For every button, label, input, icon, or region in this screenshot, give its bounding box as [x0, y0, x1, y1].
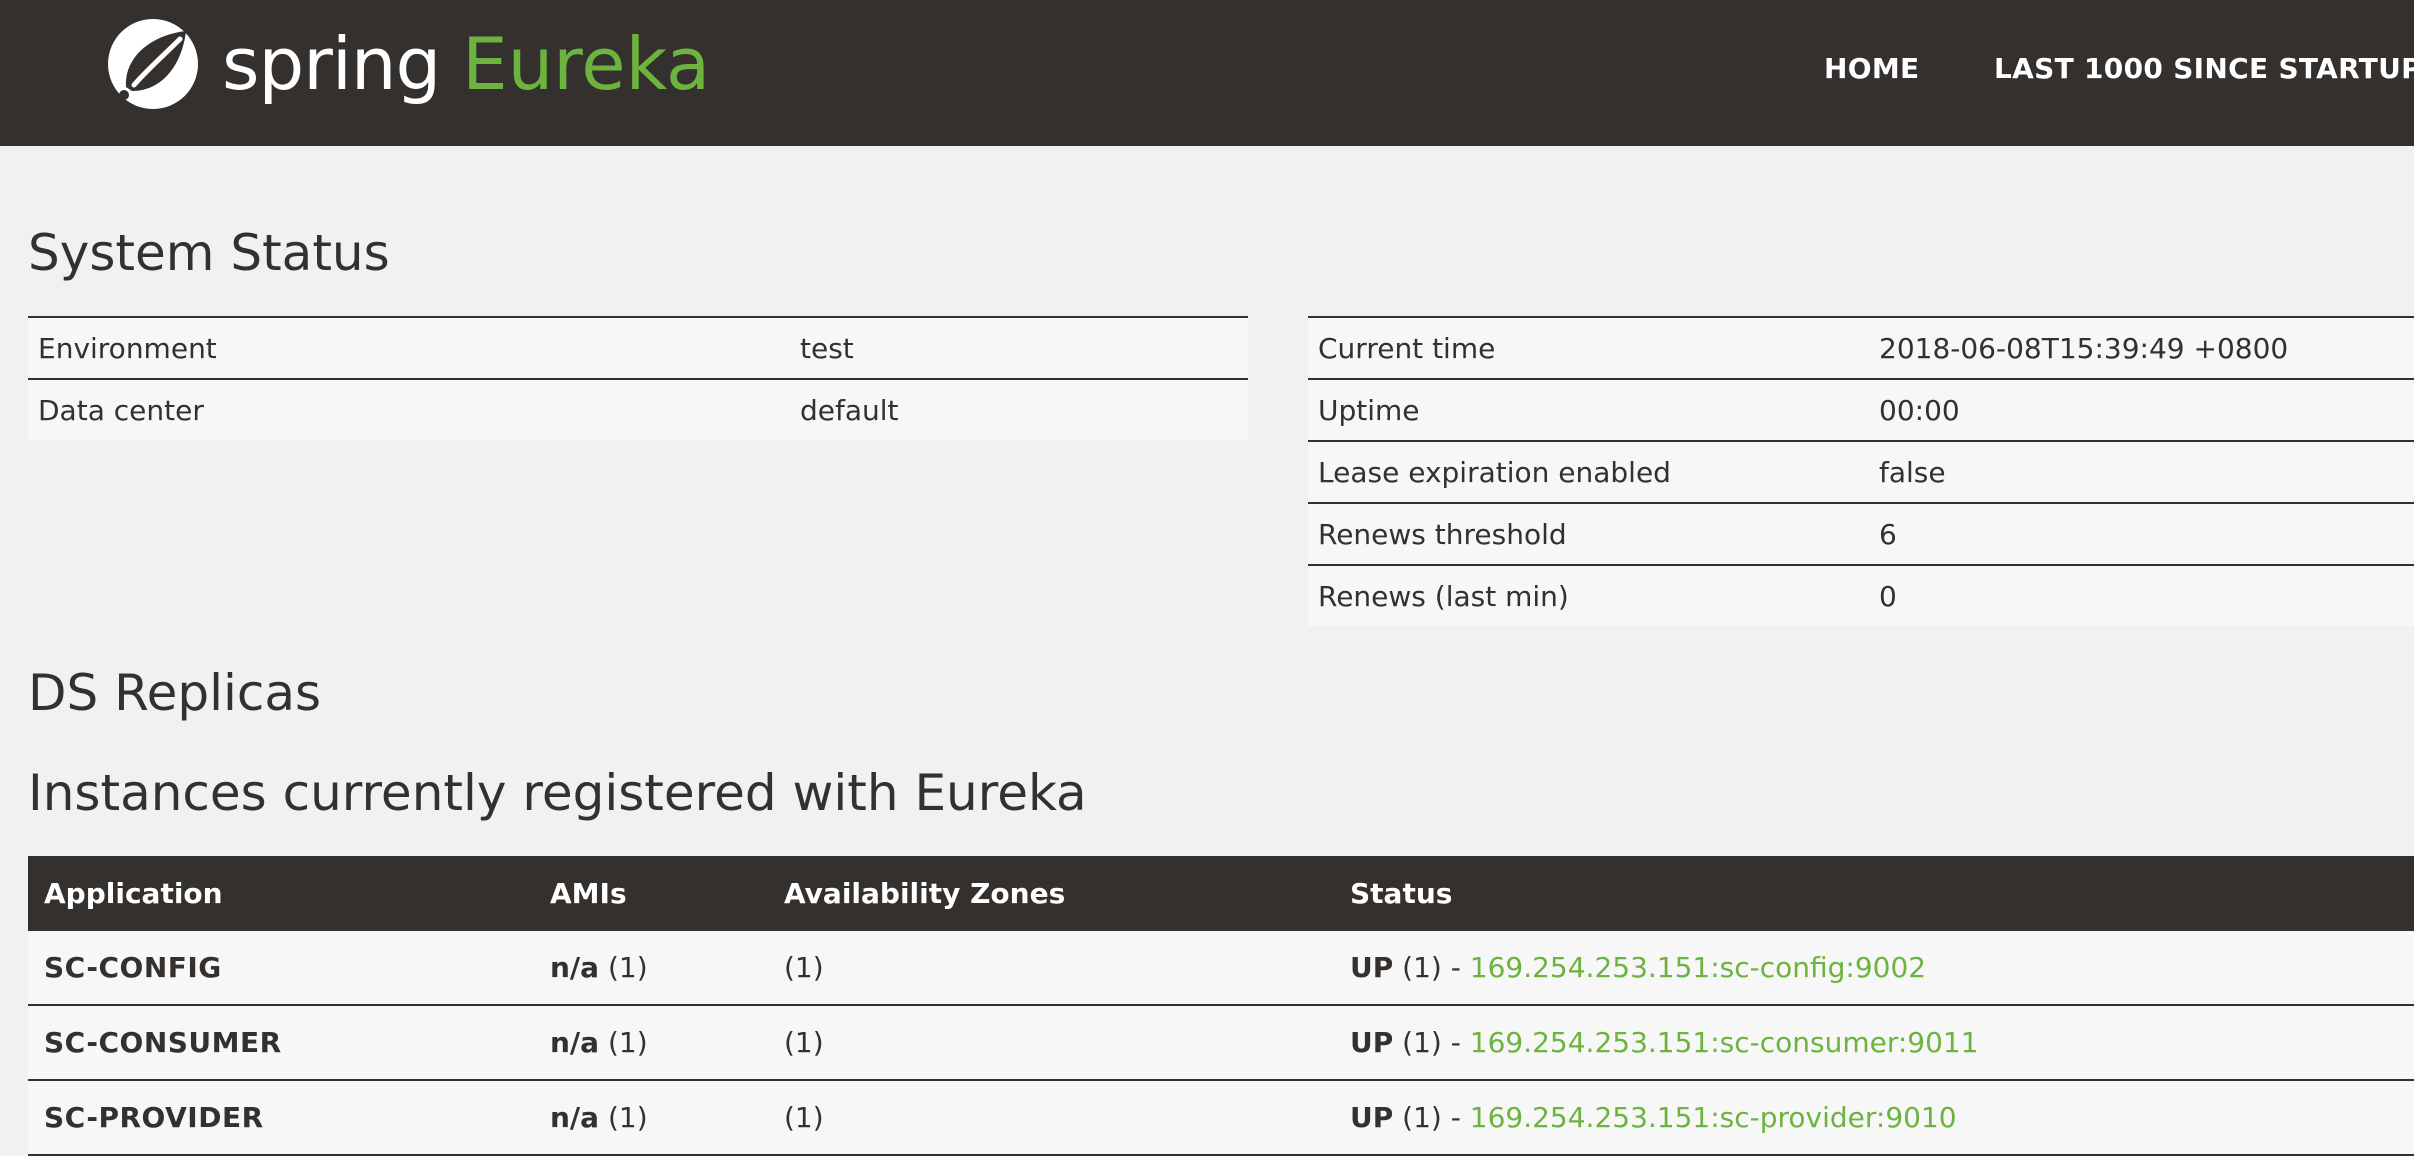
brand-eureka-text: Eureka [462, 21, 711, 106]
column-header-application: Application [28, 856, 534, 931]
system-status-right-table: Current time 2018-06-08T15:39:49 +0800 U… [1308, 316, 2414, 626]
row-value: 2018-06-08T15:39:49 +0800 [1869, 316, 2414, 379]
status-label: UP [1350, 1026, 1394, 1059]
row-key: Environment [28, 316, 790, 379]
brand-spring-text: spring [222, 21, 441, 106]
table-row: Renews (last min) 0 [1308, 564, 2414, 626]
table-row: Renews threshold 6 [1308, 502, 2414, 565]
spring-eureka-logo[interactable]: spring Eureka [106, 16, 710, 111]
row-key: Data center [28, 378, 790, 440]
row-value: 0 [1869, 564, 2414, 626]
amis-cell: n/a (1) [534, 1005, 768, 1081]
application-name: SC-PROVIDER [28, 1080, 534, 1156]
ami-label: n/a [550, 951, 600, 984]
instances-heading: Instances currently registered with Eure… [28, 764, 1087, 822]
table-row: SC-CONFIG n/a (1) (1) UP (1) - 169.254.2… [28, 931, 2414, 1006]
instance-link[interactable]: 169.254.253.151:sc-config:9002 [1470, 951, 1926, 984]
instance-link[interactable]: 169.254.253.151:sc-provider:9010 [1470, 1101, 1957, 1134]
nav-last-1000-link[interactable]: LAST 1000 SINCE STARTUP [1994, 52, 2414, 85]
row-key: Renews (last min) [1308, 564, 1869, 626]
ami-label: n/a [550, 1026, 600, 1059]
row-value: false [1869, 440, 2414, 503]
column-header-status: Status [1334, 856, 2414, 931]
nav-home-link[interactable]: HOME [1824, 52, 1919, 85]
instance-link[interactable]: 169.254.253.151:sc-consumer:9011 [1470, 1026, 1979, 1059]
row-value: test [790, 316, 1248, 379]
application-name: SC-CONSUMER [28, 1005, 534, 1081]
application-name: SC-CONFIG [28, 931, 534, 1006]
status-label: UP [1350, 1101, 1394, 1134]
status-count: (1) - [1402, 951, 1461, 984]
row-key: Lease expiration enabled [1308, 440, 1869, 503]
system-status-left-table: Environment test Data center default [28, 316, 1248, 440]
status-count: (1) - [1402, 1101, 1461, 1134]
table-row: Lease expiration enabled false [1308, 440, 2414, 503]
table-row: SC-CONSUMER n/a (1) (1) UP (1) - 169.254… [28, 1005, 2414, 1081]
top-navbar: spring Eureka HOME LAST 1000 SINCE START… [0, 0, 2414, 146]
table-row: Uptime 00:00 [1308, 378, 2414, 441]
row-key: Renews threshold [1308, 502, 1869, 565]
status-count: (1) - [1402, 1026, 1461, 1059]
row-value: default [790, 378, 1248, 440]
status-label: UP [1350, 951, 1394, 984]
availability-zones-cell: (1) [768, 1080, 1334, 1156]
row-key: Current time [1308, 316, 1869, 379]
table-row: Environment test [28, 316, 1248, 379]
ami-count: (1) [607, 1101, 648, 1134]
table-header-row: Application AMIs Availability Zones Stat… [28, 856, 2414, 931]
row-value: 6 [1869, 502, 2414, 565]
ami-count: (1) [607, 1026, 648, 1059]
row-value: 00:00 [1869, 378, 2414, 441]
amis-cell: n/a (1) [534, 931, 768, 1006]
availability-zones-cell: (1) [768, 931, 1334, 1006]
table-row: SC-PROVIDER n/a (1) (1) UP (1) - 169.254… [28, 1080, 2414, 1156]
ds-replicas-heading: DS Replicas [28, 664, 322, 722]
table-row: Current time 2018-06-08T15:39:49 +0800 [1308, 316, 2414, 379]
column-header-amis: AMIs [534, 856, 768, 931]
spring-leaf-icon [108, 18, 198, 109]
status-cell: UP (1) - 169.254.253.151:sc-config:9002 [1334, 931, 2414, 1006]
instances-table: Application AMIs Availability Zones Stat… [28, 856, 2414, 1156]
table-row: Data center default [28, 378, 1248, 440]
system-status-heading: System Status [28, 224, 390, 282]
amis-cell: n/a (1) [534, 1080, 768, 1156]
row-key: Uptime [1308, 378, 1869, 441]
ami-label: n/a [550, 1101, 600, 1134]
column-header-availability-zones: Availability Zones [768, 856, 1334, 931]
ami-count: (1) [607, 951, 648, 984]
status-cell: UP (1) - 169.254.253.151:sc-provider:901… [1334, 1080, 2414, 1156]
status-cell: UP (1) - 169.254.253.151:sc-consumer:901… [1334, 1005, 2414, 1081]
availability-zones-cell: (1) [768, 1005, 1334, 1081]
